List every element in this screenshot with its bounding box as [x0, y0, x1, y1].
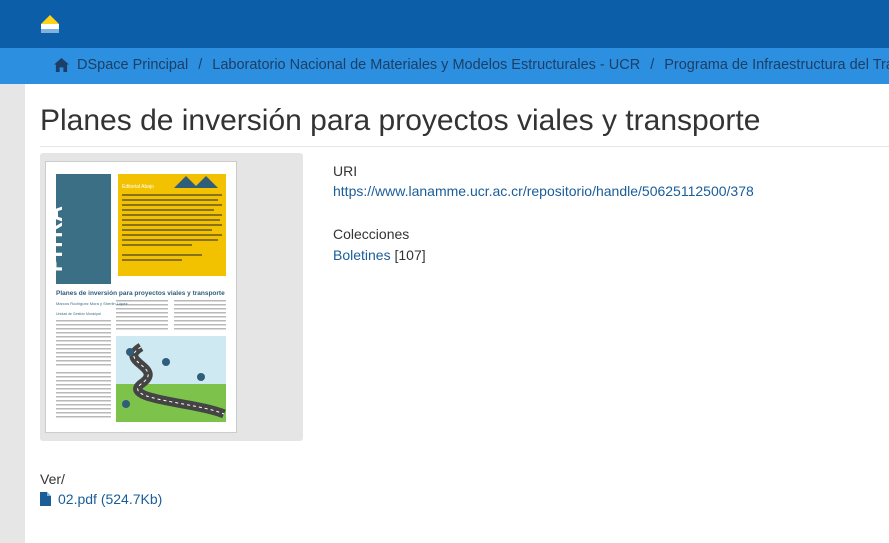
file-link[interactable]: 02.pdf (524.7Kb) [40, 491, 162, 507]
thumbnail-editorial-title: Editorial Abajo [122, 184, 154, 190]
left-sidebar-strip [0, 84, 25, 543]
breadcrumb-item-pitra[interactable]: Programa de Infraestructura del Transpor… [664, 57, 889, 73]
uri-label: URI [333, 163, 358, 179]
home-icon[interactable] [54, 58, 69, 72]
breadcrumb: DSpace Principal / Laboratorio Nacional … [0, 48, 889, 84]
collections-entry: Boletines [107] [333, 247, 426, 263]
dspace-logo-icon[interactable] [40, 14, 60, 34]
uri-link[interactable]: https://www.lanamme.ucr.ac.cr/repositori… [333, 183, 754, 199]
title-divider [40, 146, 889, 147]
breadcrumb-item-lanamme[interactable]: Laboratorio Nacional de Materiales y Mod… [212, 57, 640, 73]
files-label: Ver/ [40, 471, 65, 487]
top-header-bar [0, 0, 889, 48]
thumbnail-preview-image: PITRA Editorial Abajo Planes de inversió… [42, 162, 236, 432]
breadcrumb-separator: / [650, 57, 655, 73]
thumbnail-brand: PITRA [46, 206, 67, 272]
collection-count: [107] [394, 247, 426, 263]
breadcrumb-item-dspace[interactable]: DSpace Principal [77, 57, 188, 73]
document-thumbnail[interactable]: PITRA Editorial Abajo Planes de inversió… [42, 161, 237, 433]
file-name[interactable]: 02.pdf (524.7Kb) [58, 491, 162, 507]
page-title: Planes de inversión para proyectos viale… [40, 104, 761, 137]
thumbnail-unit: Unidad de Gestión Municipal [56, 312, 101, 316]
collection-link-boletines[interactable]: Boletines [333, 247, 391, 263]
thumbnail-article-title: Planes de inversión para proyectos viale… [56, 290, 225, 297]
breadcrumb-separator: / [198, 57, 203, 73]
file-icon [40, 492, 51, 506]
collections-label: Colecciones [333, 226, 410, 242]
